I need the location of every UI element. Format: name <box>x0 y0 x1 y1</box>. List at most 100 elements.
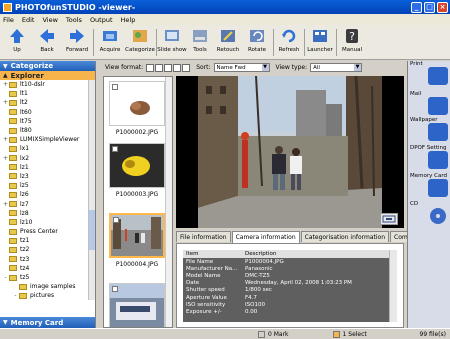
tree-item[interactable]: - pictures <box>0 291 95 300</box>
tree-item[interactable]: lz6 <box>0 190 95 199</box>
view-format-small-icon[interactable] <box>164 63 173 72</box>
expander-icon[interactable]: + <box>2 81 9 88</box>
column-header-item[interactable]: Item <box>183 251 245 257</box>
menu-view[interactable]: View <box>42 16 57 24</box>
memory-card-button[interactable]: Memory Card <box>408 173 450 199</box>
dpof-setting-button[interactable]: DPOF Setting <box>408 145 450 171</box>
column-header-description[interactable]: Description <box>245 251 276 257</box>
tree-item[interactable]: lt60 <box>0 108 95 117</box>
fullscreen-button[interactable] <box>380 213 398 225</box>
mark-checkbox[interactable] <box>112 146 118 152</box>
expander-icon[interactable]: + <box>2 155 9 162</box>
tree-item-label: lz6 <box>20 191 29 199</box>
thumbnail-frame[interactable] <box>109 213 165 258</box>
tree-scrollbar[interactable] <box>88 80 95 300</box>
categorize-header[interactable]: ▼ Categorize <box>0 61 95 71</box>
expander-icon[interactable]: - <box>2 274 9 281</box>
tab-categorisation-information[interactable]: Categorisation information <box>300 231 390 242</box>
mail-button[interactable]: Mail <box>408 91 450 117</box>
menu-help[interactable]: Help <box>121 16 136 24</box>
tree-item[interactable]: lz5 <box>0 181 95 190</box>
slideshow-icon <box>165 30 179 41</box>
tree-item[interactable]: lz10 <box>0 218 95 227</box>
manual-button[interactable]: ? Manual <box>337 27 367 58</box>
view-type-select[interactable]: All ▼ <box>310 63 363 72</box>
maximize-button[interactable]: □ <box>424 1 435 13</box>
mark-checkbox[interactable] <box>113 217 119 223</box>
back-button[interactable]: Back <box>32 27 62 58</box>
explorer-header[interactable]: ▲ Explorer <box>0 71 95 80</box>
tab-file-information[interactable]: File information <box>176 231 231 242</box>
wallpaper-button[interactable]: Wallpaper <box>408 117 450 143</box>
tree-item[interactable]: tz1 <box>0 236 95 245</box>
tree-item[interactable]: lz3 <box>0 172 95 181</box>
menu-tools[interactable]: Tools <box>66 16 82 24</box>
expander-icon[interactable]: + <box>2 136 9 143</box>
info-scrollbar[interactable] <box>389 250 397 322</box>
thumbnail-item[interactable]: P1000002.JPG <box>107 81 167 136</box>
view-format-list-icon[interactable] <box>173 63 182 72</box>
tree-item[interactable]: + LUMIXSimpleViewer <box>0 135 95 144</box>
tree-item-label: lz7 <box>20 200 29 208</box>
tree-item[interactable]: + lx2 <box>0 154 95 163</box>
tools-button[interactable]: Tools <box>185 27 215 58</box>
tab-camera-information[interactable]: Camera information <box>231 231 300 243</box>
categorize-button[interactable]: Categorize <box>125 27 155 58</box>
up-button[interactable]: Up <box>2 27 32 58</box>
rotate-button[interactable]: Rotate <box>242 27 272 58</box>
manual-icon: ? <box>346 29 358 43</box>
launcher-button[interactable]: Launcher <box>305 27 335 58</box>
slideshow-button[interactable]: Slide show <box>157 27 187 58</box>
minimize-button[interactable]: _ <box>411 1 422 13</box>
tree-item[interactable]: + lt2 <box>0 98 95 107</box>
info-item: ISO sensitivity <box>186 301 226 308</box>
thumbnail-frame[interactable] <box>109 283 165 327</box>
view-format-large-icon[interactable] <box>146 63 155 72</box>
cd-label: CD <box>410 201 419 207</box>
menu-file[interactable]: File <box>3 16 14 24</box>
cd-button[interactable]: CD <box>408 201 450 227</box>
expander-icon[interactable]: + <box>2 201 9 208</box>
refresh-button[interactable]: Refresh <box>274 27 304 58</box>
tree-item[interactable]: + lz7 <box>0 199 95 208</box>
thumbnail-list: P1000002.JPG P1000003.JPG P1000004.JPG <box>103 76 173 328</box>
thumbnail-item-selected[interactable]: P1000004.JPG <box>107 213 167 268</box>
close-button[interactable]: × <box>437 1 448 13</box>
retouch-button[interactable]: Retouch <box>213 27 243 58</box>
tree-item[interactable]: - tz5 <box>0 273 95 282</box>
menu-output[interactable]: Output <box>90 16 113 24</box>
tree-item[interactable]: lt1 <box>0 89 95 98</box>
tree-item[interactable]: Press Center <box>0 227 95 236</box>
mark-checkbox[interactable] <box>112 84 118 90</box>
tree-item-label: pictures <box>30 292 55 300</box>
thumbnail-frame[interactable] <box>109 81 165 126</box>
view-format-medium-icon[interactable] <box>155 63 164 72</box>
tree-item[interactable]: lt75 <box>0 117 95 126</box>
tree-item[interactable]: lx1 <box>0 144 95 153</box>
tree-scroll-thumb[interactable] <box>89 210 95 250</box>
tree-item[interactable]: image samples <box>0 282 95 291</box>
print-button[interactable]: Print <box>408 61 450 87</box>
tree-item[interactable]: tz2 <box>0 245 95 254</box>
view-format-detail-icon[interactable] <box>182 63 191 72</box>
expander-icon[interactable]: - <box>12 292 19 299</box>
menu-edit[interactable]: Edit <box>22 16 35 24</box>
tree-item[interactable]: tz3 <box>0 255 95 264</box>
thumbnail-item[interactable] <box>107 283 167 327</box>
file-count: 99 file(s) <box>420 331 447 338</box>
thumbnail-item[interactable]: P1000003.JPG <box>107 143 167 198</box>
tree-item[interactable]: tz4 <box>0 264 95 273</box>
tree-item[interactable]: + lt10-dslr <box>0 80 95 89</box>
memory-card-header[interactable]: ▼ Memory Card <box>0 317 95 328</box>
acquire-button[interactable]: Acquire <box>95 27 125 58</box>
thumbnail-frame[interactable] <box>109 143 165 188</box>
thumbnail-scrollbar[interactable] <box>165 77 172 327</box>
tree-item[interactable]: lt80 <box>0 126 95 135</box>
sort-select[interactable]: Name Fwd ▼ <box>213 63 270 72</box>
mark-checkbox[interactable] <box>112 286 118 292</box>
forward-button[interactable]: Forward <box>62 27 92 58</box>
expander-icon[interactable]: + <box>2 99 9 106</box>
tree-item[interactable]: lz8 <box>0 209 95 218</box>
tree-item[interactable]: lz1 <box>0 163 95 172</box>
refresh-label: Refresh <box>278 47 300 53</box>
